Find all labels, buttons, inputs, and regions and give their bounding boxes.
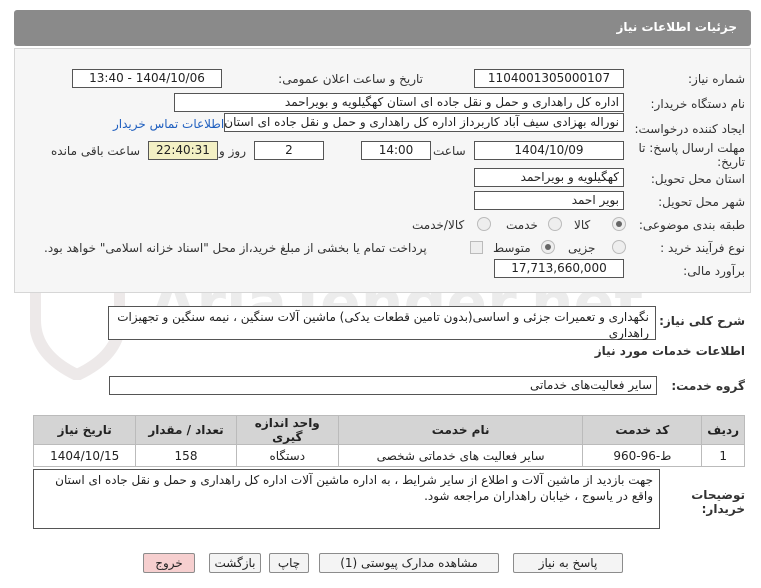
buyer-org-field: اداره کل راهداری و حمل و نقل جاده ای است… bbox=[174, 93, 624, 112]
col-unit: واحد اندازه گیری bbox=[235, 415, 339, 445]
table-row[interactable]: 1 ط-96-960 سایر فعالیت های خدماتی شخصی د… bbox=[32, 444, 745, 467]
description-label: شرح کلی نیاز: bbox=[659, 314, 745, 328]
cell-service-code: ط-96-960 bbox=[582, 444, 703, 467]
service-group-field: سایر فعالیت‌های خدماتی bbox=[109, 376, 657, 395]
purchase-option-medium: متوسط bbox=[493, 241, 531, 255]
estimate-field: 17,713,660,000 bbox=[494, 259, 624, 278]
col-need-date: تاریخ نیاز bbox=[32, 415, 137, 445]
services-table: ردیف کد خدمت نام خدمت واحد اندازه گیری ت… bbox=[32, 415, 745, 467]
cell-unit: دستگاه bbox=[235, 444, 339, 467]
category-radio-service[interactable] bbox=[548, 217, 562, 231]
col-quantity: تعداد / مقدار bbox=[135, 415, 237, 445]
view-docs-button[interactable]: مشاهده مدارک پیوستی (1) bbox=[319, 553, 499, 573]
remaining-label: ساعت باقی مانده bbox=[51, 144, 141, 158]
description-textarea[interactable]: نگهداری و تعمیرات جزئی و اساسی(بدون تامی… bbox=[108, 306, 656, 340]
col-row: ردیف bbox=[701, 415, 745, 445]
deadline-date-field: 1404/10/09 bbox=[474, 141, 624, 160]
buyer-notes-label: توضیحات خریدار: bbox=[691, 488, 745, 516]
cell-row: 1 bbox=[701, 444, 745, 467]
cell-service-name: سایر فعالیت های خدماتی شخصی bbox=[337, 444, 584, 467]
payment-checkbox[interactable] bbox=[470, 241, 483, 254]
category-option-goods-service: کالا/خدمت bbox=[412, 218, 465, 232]
respond-button[interactable]: پاسخ به نیاز bbox=[513, 553, 623, 573]
province-label: استان محل تحویل: bbox=[650, 172, 745, 186]
category-option-goods: کالا bbox=[574, 218, 591, 232]
cell-need-date: 1404/10/15 bbox=[32, 444, 137, 467]
remaining-time-field: 22:40:31 bbox=[148, 141, 218, 160]
announce-label: تاریخ و ساعت اعلان عمومی: bbox=[278, 72, 423, 86]
print-button[interactable]: چاپ bbox=[269, 553, 309, 573]
page-header: جزئیات اطلاعات نیاز bbox=[14, 10, 751, 46]
purchase-radio-minor[interactable] bbox=[612, 240, 626, 254]
announce-field: 1404/10/06 - 13:40 bbox=[72, 69, 222, 88]
payment-note: پرداخت تمام یا بخشی از مبلغ خرید،از محل … bbox=[44, 241, 427, 255]
buyer-contact-link[interactable]: اطلاعات تماس خریدار bbox=[113, 117, 224, 131]
deadline-date-label: تاریخ: bbox=[717, 155, 745, 169]
days-field: 2 bbox=[254, 141, 324, 160]
col-service-code: کد خدمت bbox=[582, 415, 703, 445]
deadline-label: مهلت ارسال پاسخ: تا bbox=[638, 141, 745, 155]
category-option-service: خدمت bbox=[506, 218, 538, 232]
service-group-label: گروه خدمت: bbox=[671, 379, 745, 393]
purchase-type-label: نوع فرآیند خرید : bbox=[660, 241, 745, 255]
category-label: طبقه بندی موضوعی: bbox=[638, 218, 745, 232]
services-section-title: اطلاعات خدمات مورد نیاز bbox=[594, 344, 745, 358]
col-service-name: نام خدمت bbox=[337, 415, 584, 445]
buyer-org-label: نام دستگاه خریدار: bbox=[650, 97, 746, 111]
page-title: جزئیات اطلاعات نیاز bbox=[616, 20, 737, 34]
purchase-radio-medium[interactable] bbox=[541, 240, 555, 254]
province-field: کهگیلویه و بویراحمد bbox=[474, 168, 624, 187]
creator-field: نوراله بهزادی سیف آباد کاربرداز اداره کل… bbox=[224, 113, 624, 132]
creator-label: ایجاد کننده درخواست: bbox=[634, 122, 745, 136]
city-field: بویر احمد bbox=[474, 191, 624, 210]
category-radio-goods-service[interactable] bbox=[477, 217, 491, 231]
buyer-notes-textarea[interactable]: جهت بازدید از ماشین آلات و اطلاع از سایر… bbox=[33, 469, 660, 529]
deadline-time-field: 14:00 bbox=[361, 141, 431, 160]
deadline-time-label: ساعت bbox=[433, 144, 466, 158]
days-label: روز و bbox=[219, 144, 246, 158]
city-label: شهر محل تحویل: bbox=[658, 195, 745, 209]
category-radio-goods[interactable] bbox=[612, 217, 626, 231]
purchase-option-minor: جزیی bbox=[568, 241, 596, 255]
cell-quantity: 158 bbox=[135, 444, 237, 467]
need-number-label: شماره نیاز: bbox=[688, 72, 745, 86]
need-number-field: 1104001305000107 bbox=[474, 69, 624, 88]
back-button[interactable]: بازگشت bbox=[209, 553, 261, 573]
exit-button[interactable]: خروج bbox=[143, 553, 195, 573]
estimate-label: برآورد مالی: bbox=[683, 264, 745, 278]
table-header-row: ردیف کد خدمت نام خدمت واحد اندازه گیری ت… bbox=[32, 415, 745, 445]
